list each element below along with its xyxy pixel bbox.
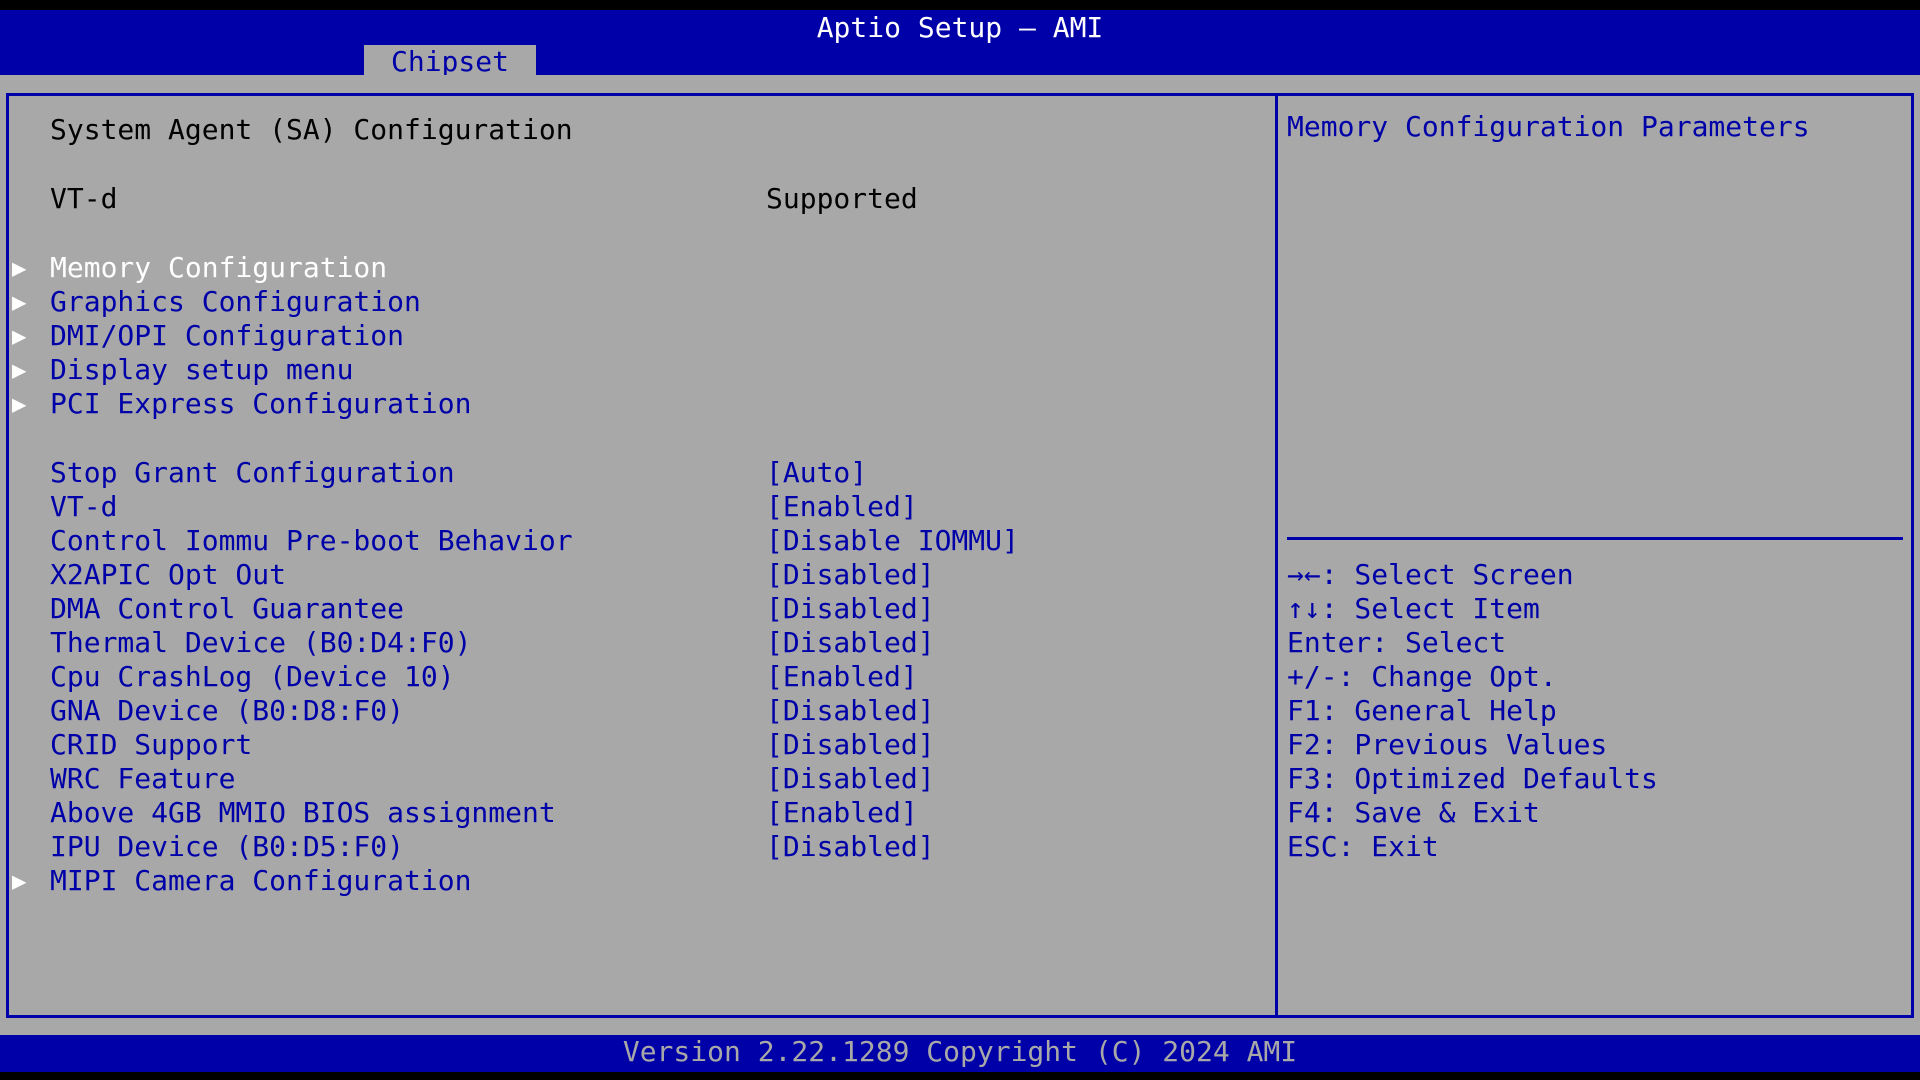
- setting-label: Control Iommu Pre-boot Behavior: [50, 524, 573, 557]
- key-hint-esc-exit: ESC: Exit: [1287, 830, 1439, 863]
- submenu-label: Display setup menu: [50, 353, 354, 386]
- section-title: System Agent (SA) Configuration: [50, 113, 573, 146]
- setting-label: Cpu CrashLog (Device 10): [50, 660, 455, 693]
- setting-value[interactable]: [Disable IOMMU]: [766, 527, 1019, 555]
- help-description: Memory Configuration Parameters: [1287, 110, 1810, 143]
- submenu-arrow-icon: ▶: [12, 288, 27, 316]
- key-hint-save-exit: F4: Save & Exit: [1287, 796, 1540, 829]
- setting-label: CRID Support: [50, 728, 253, 761]
- key-hint-general-help: F1: General Help: [1287, 694, 1557, 727]
- submenu-arrow-icon: ▶: [12, 356, 27, 384]
- setting-value[interactable]: [Disabled]: [766, 595, 935, 623]
- key-hint-select-screen: →←: Select Screen: [1287, 558, 1574, 591]
- key-hint-select-item: ↑↓: Select Item: [1287, 592, 1540, 625]
- submenu-label: DMI/OPI Configuration: [50, 319, 405, 352]
- setting-label: X2APIC Opt Out: [50, 558, 287, 591]
- setting-value[interactable]: [Enabled]: [766, 663, 918, 691]
- setting-label: DMA Control Guarantee: [50, 592, 405, 625]
- setting-value[interactable]: [Disabled]: [766, 731, 935, 759]
- info-vtd-value: Supported: [766, 182, 918, 215]
- setting-label: WRC Feature: [50, 762, 236, 795]
- info-vtd-label: VT-d: [50, 182, 118, 215]
- key-hint-optimized-defaults: F3: Optimized Defaults: [1287, 762, 1658, 795]
- setting-value[interactable]: [Disabled]: [766, 697, 935, 725]
- setting-label: Stop Grant Configuration: [50, 456, 455, 489]
- setting-label: IPU Device (B0:D5:F0): [50, 830, 405, 863]
- setting-value[interactable]: [Disabled]: [766, 629, 935, 657]
- version-text: Version 2.22.1289 Copyright (C) 2024 AMI: [622, 1035, 1298, 1068]
- setting-label: GNA Device (B0:D8:F0): [50, 694, 405, 727]
- app-title: Aptio Setup – AMI: [816, 11, 1104, 44]
- setting-label: Above 4GB MMIO BIOS assignment: [50, 796, 556, 829]
- submenu-arrow-icon: ▶: [12, 390, 27, 418]
- submenu-label: MIPI Camera Configuration: [50, 864, 472, 897]
- key-hint-previous-values: F2: Previous Values: [1287, 728, 1608, 761]
- help-panel: [1275, 93, 1914, 1018]
- setting-value[interactable]: [Enabled]: [766, 493, 918, 521]
- submenu-label: PCI Express Configuration: [50, 387, 472, 420]
- help-divider: [1287, 537, 1903, 540]
- setting-value[interactable]: [Auto]: [766, 459, 867, 487]
- setting-value[interactable]: [Enabled]: [766, 799, 918, 827]
- tab-chipset[interactable]: Chipset: [364, 45, 536, 78]
- key-hint-change-opt: +/-: Change Opt.: [1287, 660, 1557, 693]
- key-hint-enter: Enter: Select: [1287, 626, 1507, 659]
- setting-value[interactable]: [Disabled]: [766, 765, 935, 793]
- submenu-arrow-icon: ▶: [12, 254, 27, 282]
- setting-value[interactable]: [Disabled]: [766, 833, 935, 861]
- submenu-label: Memory Configuration: [50, 251, 388, 284]
- setting-value[interactable]: [Disabled]: [766, 561, 935, 589]
- setting-label: Thermal Device (B0:D4:F0): [50, 626, 472, 659]
- submenu-arrow-icon: ▶: [12, 322, 27, 350]
- setting-label: VT-d: [50, 490, 118, 523]
- submenu-label: Graphics Configuration: [50, 285, 421, 318]
- submenu-arrow-icon: ▶: [12, 867, 27, 895]
